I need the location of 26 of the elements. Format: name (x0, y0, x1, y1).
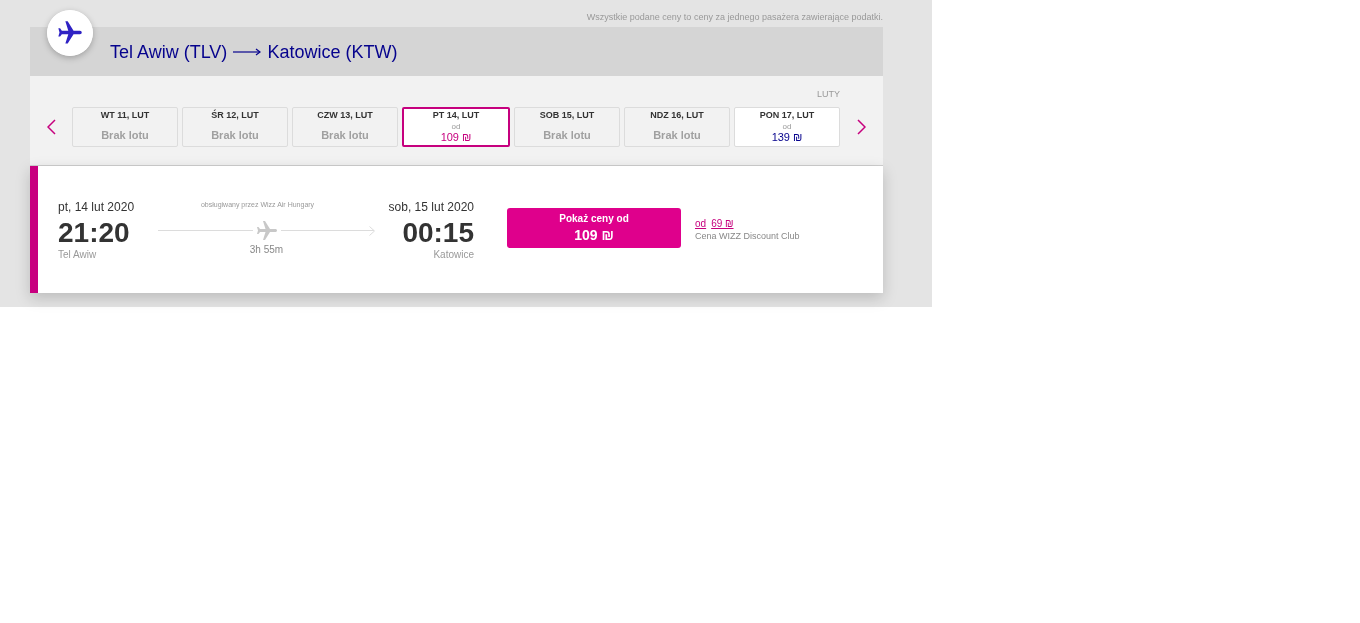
departure-city: Tel Awiw (58, 248, 97, 261)
date-option[interactable]: NDZ 16, LUT Brak lotu (624, 107, 730, 147)
date-option[interactable]: CZW 13, LUT Brak lotu (292, 107, 398, 147)
departure-time: 21:20 (58, 216, 130, 249)
chevron-left-icon[interactable] (46, 119, 56, 135)
date-option[interactable]: PT 14, LUT od 109 ₪ (402, 107, 510, 147)
club-price-link[interactable]: od 69 ₪ (695, 217, 734, 230)
origin-title: Tel Awiw (TLV) (110, 40, 228, 63)
chevron-right-icon[interactable] (857, 119, 866, 135)
show-prices-button[interactable]: Pokaż ceny od 109 ₪ (507, 207, 681, 248)
date-option[interactable]: SOB 15, LUT Brak lotu (514, 107, 620, 147)
date-option[interactable]: WT 11, LUT Brak lotu (72, 107, 178, 147)
plane-icon (47, 10, 93, 56)
arrival-city: Katowice (433, 248, 474, 261)
price-note: Wszystkie podane ceny to ceny za jednego pasażera zawierające podatki. (586, 11, 883, 24)
month-label: LUTY (817, 88, 840, 100)
plane-icon (256, 220, 277, 241)
date-option[interactable]: ŚR 12, LUT Brak lotu (182, 107, 288, 147)
arrival-date: sob, 15 lut 2020 (388, 198, 474, 215)
arrival-time: 00:15 (402, 216, 474, 249)
flight-duration: 3h 55m (249, 243, 284, 256)
arrow-icon (233, 47, 262, 56)
club-price-label: Cena WIZZ Discount Club (695, 230, 800, 242)
date-option[interactable]: PON 17, LUT od 139 ₪ (734, 107, 840, 147)
destination-title: Katowice (KTW) (267, 40, 398, 63)
departure-date: pt, 14 lut 2020 (58, 198, 135, 215)
